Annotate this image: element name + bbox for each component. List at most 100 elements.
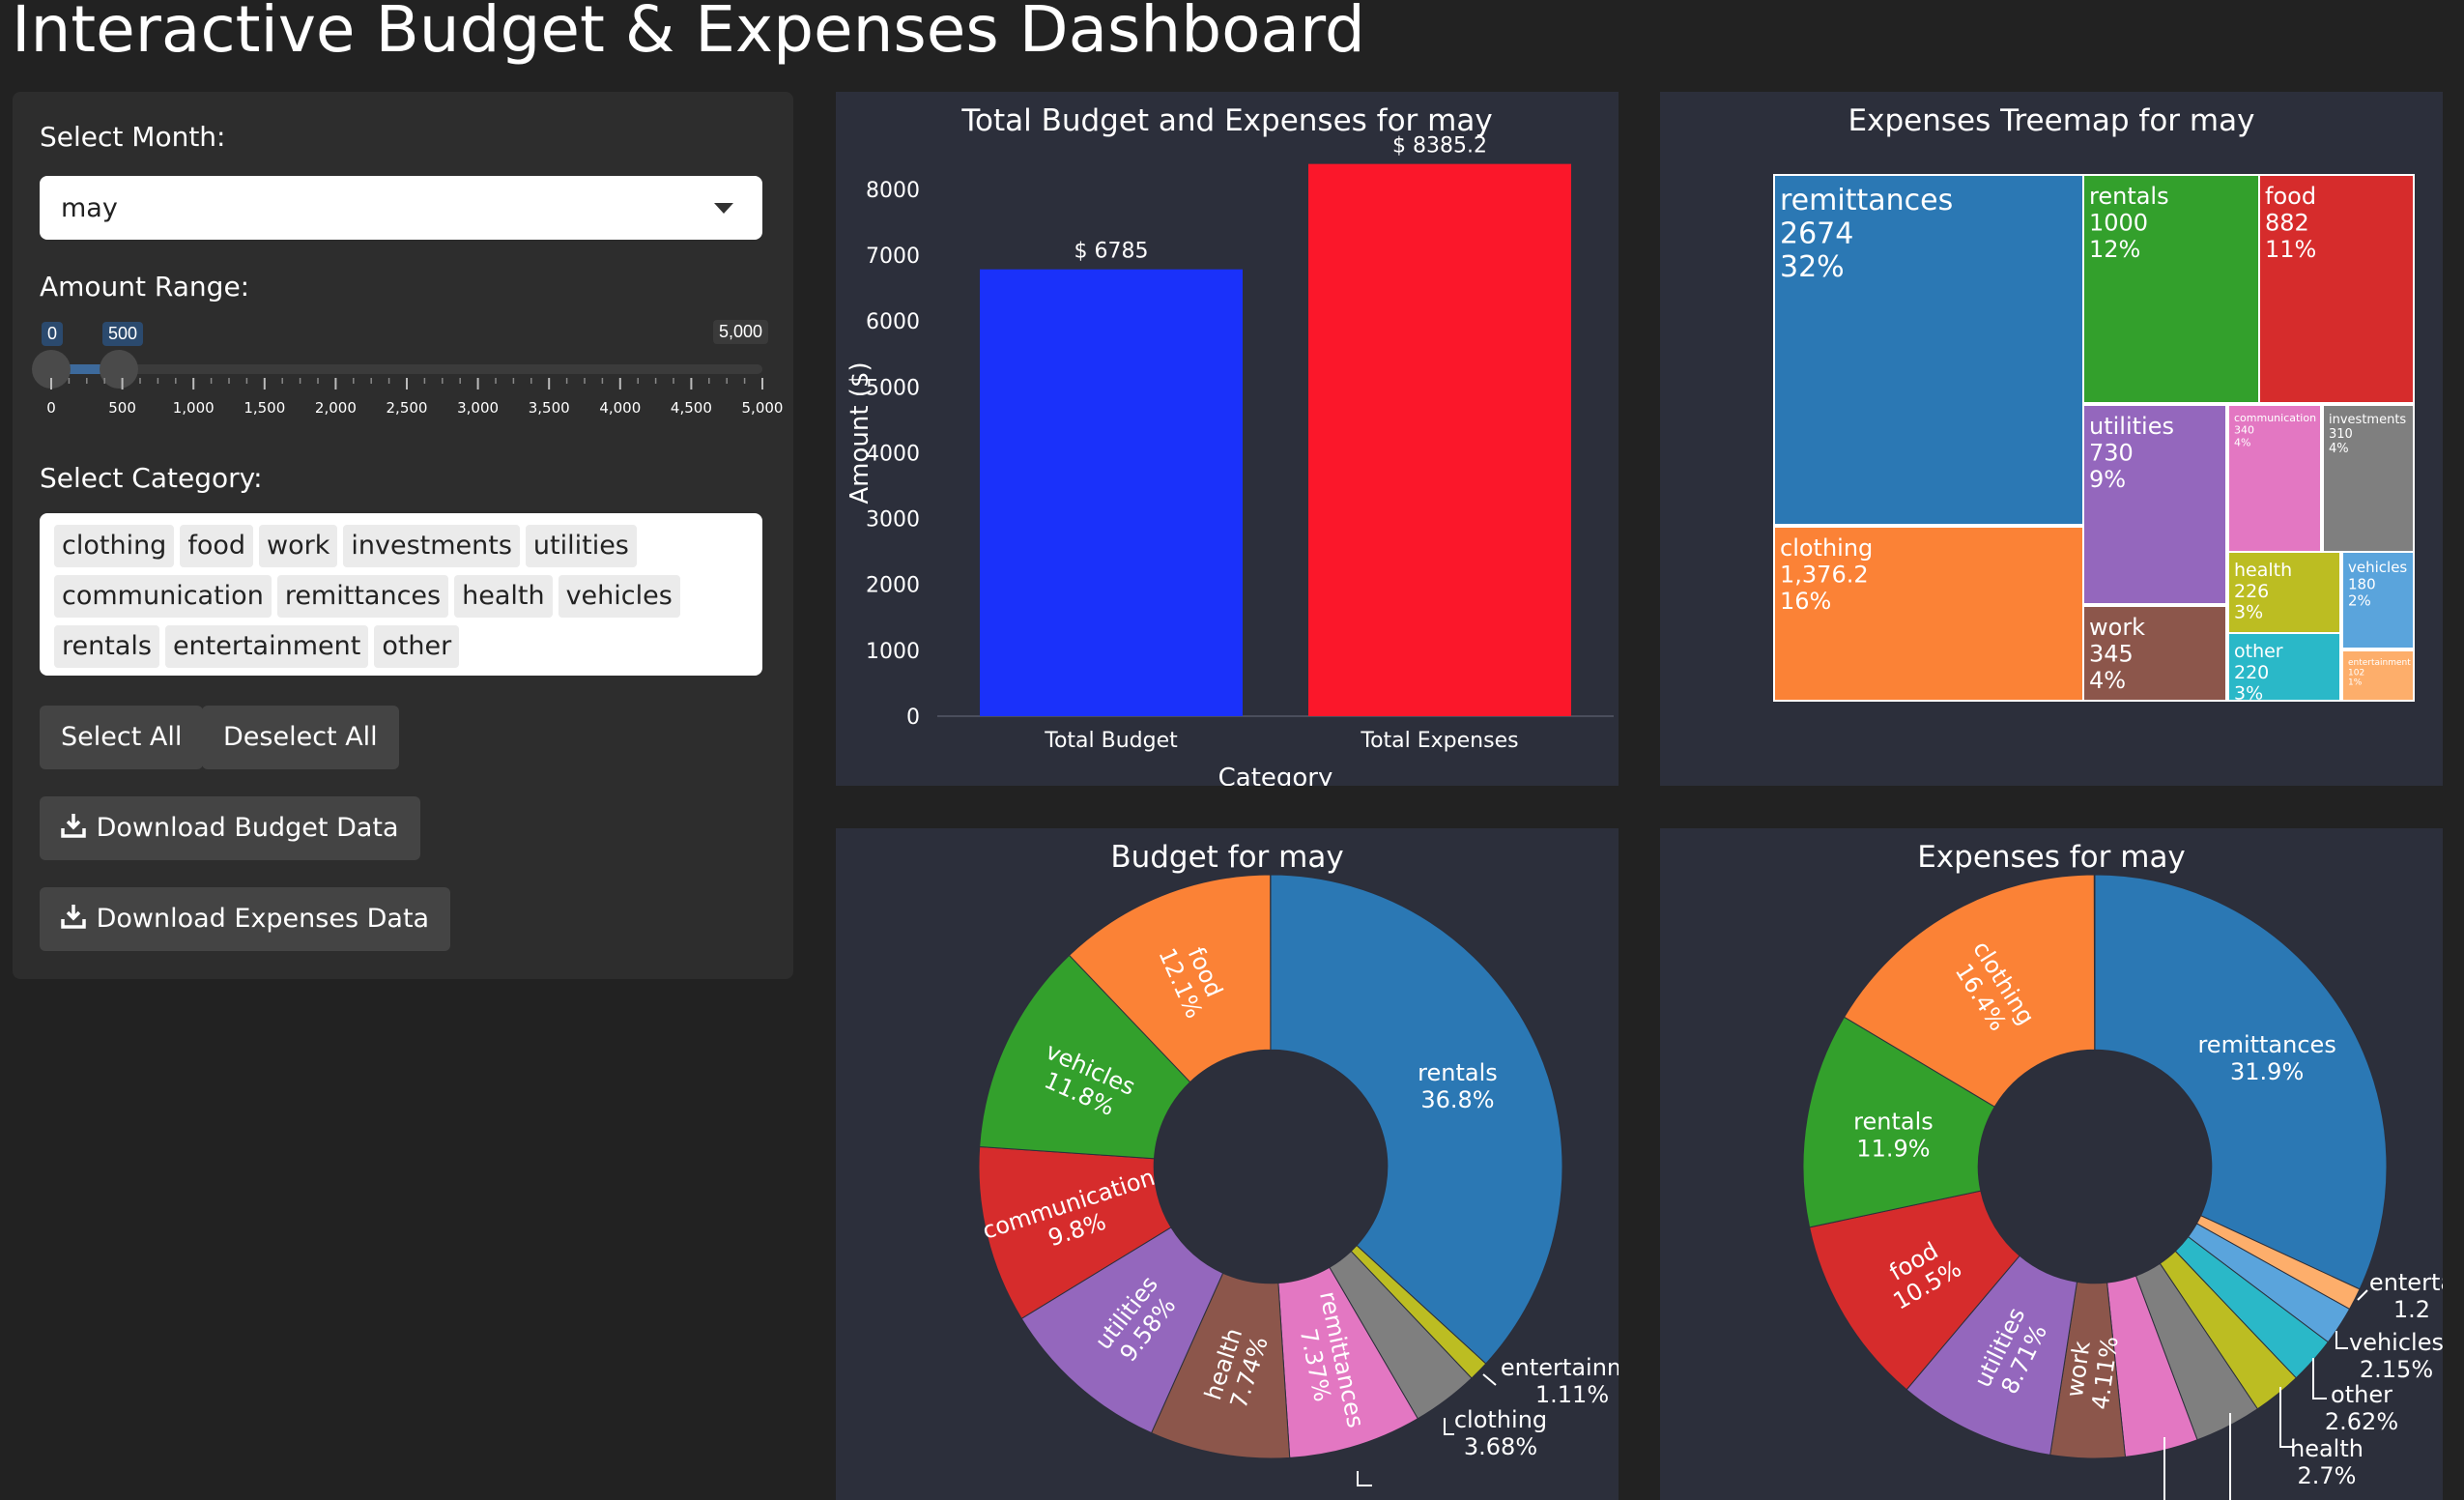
download-budget-button[interactable]: Download Budget Data [40,796,420,860]
deselect-all-button[interactable]: Deselect All [202,706,399,769]
pie-slice-percent: 11.9% [1856,1135,1930,1162]
category-tag-remittances[interactable]: remittances [276,575,449,618]
category-tag-communication[interactable]: communication [54,575,272,618]
pie-slice-name: remittances [2197,1031,2335,1058]
sidebar-panel: Select Month: may Amount Range: 0 500 5,… [13,92,793,979]
y-tick-label: 3000 [866,508,920,533]
download-icon [61,905,86,929]
slider-tick-label: 2,000 [315,399,357,417]
treemap-tile-percent: 4% [2329,442,2349,456]
slider-tick-label: 4,500 [671,399,712,417]
pie-leader-line [1357,1471,1372,1486]
pie-leader-line [2335,1331,2348,1349]
y-tick-label: 1000 [866,640,920,664]
pie-outside-percent: 1.2 [2393,1296,2430,1323]
range-max-bubble: 5,000 [712,320,768,344]
y-tick-label: 6000 [866,310,920,334]
category-tag-food[interactable]: food [180,525,254,567]
slider-tick-marks: 0 500 1,000 1,500 2,000 2,500 3,000 3,500 4,000 4… [46,378,783,417]
pie-outside-percent: 2.62% [2325,1408,2398,1435]
treemap-tile-label: food [2265,183,2316,210]
pie-outside-percent: 1.11% [1535,1381,1609,1408]
download-budget-label: Download Budget Data [96,813,399,843]
treemap-tile-label: clothing [1780,534,1873,562]
pie-slice-percent: 31.9% [2230,1058,2304,1085]
bar-data-label: $ 6785 [1074,240,1149,264]
treemap-tile-value: 882 [2265,210,2309,237]
bar-data-label: $ 8385.2 [1392,134,1487,159]
treemap-tile-value: 1,376.2 [1780,562,1869,589]
treemap-tile-value: 345 [2089,641,2134,668]
pie-slice-name: rentals [1853,1108,1934,1135]
amount-range-slider[interactable]: 0 500 5,000 0 500 1,000 1,500 2,000 2,500 3,00… [32,320,783,428]
treemap-tile-value: 226 [2234,581,2269,602]
pie-outside-label: clothing [1454,1406,1547,1433]
category-tag-work[interactable]: work [259,525,338,567]
range-label: Amount Range: [40,271,250,303]
treemap-tile-label: other [2234,641,2283,662]
expenses-pie-chart: remittances31.9%work4.11%utilities8.71%f… [1802,874,2443,1500]
slider-tick-label: 5,000 [742,399,784,417]
treemap-tile-label: health [2234,560,2292,581]
pie-outside-percent: 2.15% [2360,1356,2433,1383]
range-high-bubble: 500 [102,322,144,346]
select-all-button[interactable]: Select All [40,706,204,769]
page-title: Interactive Budget & Expenses Dashboard [12,0,1365,67]
download-expenses-button[interactable]: Download Expenses Data [40,887,451,951]
budget-pie-panel: Budget for may rentals 36.8% remittances 7.… [836,828,1619,1500]
category-multiselect[interactable]: clothing food work investments utilities comm… [40,513,762,676]
pie-leader-line [1444,1418,1454,1435]
x-tick-label: Total Budget [1044,729,1178,753]
y-axis-title: Amount ($) [845,361,874,504]
slider-tick-label: 4,000 [599,399,641,417]
category-tag-rentals[interactable]: rentals [54,625,159,668]
pie-slice-label: rentals11.9% [1853,1108,1934,1162]
category-tag-vehicles[interactable]: vehicles [558,575,680,618]
treemap-tile-percent: 16% [1780,588,1831,615]
pie-leader-line [2312,1358,2327,1399]
range-low-bubble: 0 [42,322,64,346]
category-tag-clothing[interactable]: clothing [54,525,175,567]
treemap-tile-percent: 9% [2089,466,2126,493]
slider-track[interactable] [51,364,762,374]
chevron-down-icon[interactable] [714,203,733,214]
slider-tick-label: 3,500 [529,399,570,417]
treemap-tile-label: investments [2329,413,2406,427]
budget-pie-chart: rentals36.8%remittances7.37%health7.74%u… [978,874,1619,1486]
category-tag-utilities[interactable]: utilities [525,525,637,567]
category-tag-investments[interactable]: investments [343,525,520,567]
pie-outside-label: other [2331,1381,2392,1408]
month-select[interactable]: may [40,176,762,240]
pie-slice-name: rentals [1418,1059,1498,1086]
treemap-tile-value: 220 [2234,662,2269,683]
category-tag-other[interactable]: other [374,625,460,668]
pie-outside-label: entertainme [1501,1354,1619,1381]
treemap-panel: Expenses Treemap for may remittances 2674… [1660,92,2443,786]
treemap-tile-percent: 1% [2348,678,2363,688]
bar-total-budget[interactable] [980,269,1243,716]
y-tick-label: 7000 [866,245,920,269]
pie-outside-percent: 3.68% [1464,1433,1537,1460]
category-tag-health[interactable]: health [454,575,553,618]
bar-chart: 010002000300040005000600070008000$ 6785T… [845,134,1614,786]
category-label: Select Category: [40,462,263,494]
bar-total-expenses[interactable] [1308,163,1571,717]
download-expenses-label: Download Expenses Data [96,904,430,934]
treemap-tile-value: 340 [2234,424,2254,437]
treemap-tile-percent: 12% [2089,236,2140,263]
y-tick-label: 2000 [866,574,920,598]
pie-outside-percent: 2.7% [2298,1462,2357,1489]
treemap-tile-percent: 3% [2234,602,2263,623]
treemap-tile-percent: 11% [2265,236,2316,263]
slider-tick-label: 2,500 [387,399,428,417]
pie-outside-label: health [2290,1435,2364,1462]
treemap-tile-percent: 32% [1780,250,1845,284]
treemap-chart: remittances267432%rentals100012%food8821… [1773,174,2415,705]
treemap-tile-label: communication [2234,412,2316,424]
y-tick-label: 8000 [866,179,920,203]
slider-tick-label: 1,000 [173,399,215,417]
category-tag-entertainment[interactable]: entertainment [164,625,369,668]
pie-leader-line [1482,1373,1497,1386]
treemap-tile-value: 1000 [2089,210,2148,237]
treemap-tile-value: 730 [2089,440,2134,467]
